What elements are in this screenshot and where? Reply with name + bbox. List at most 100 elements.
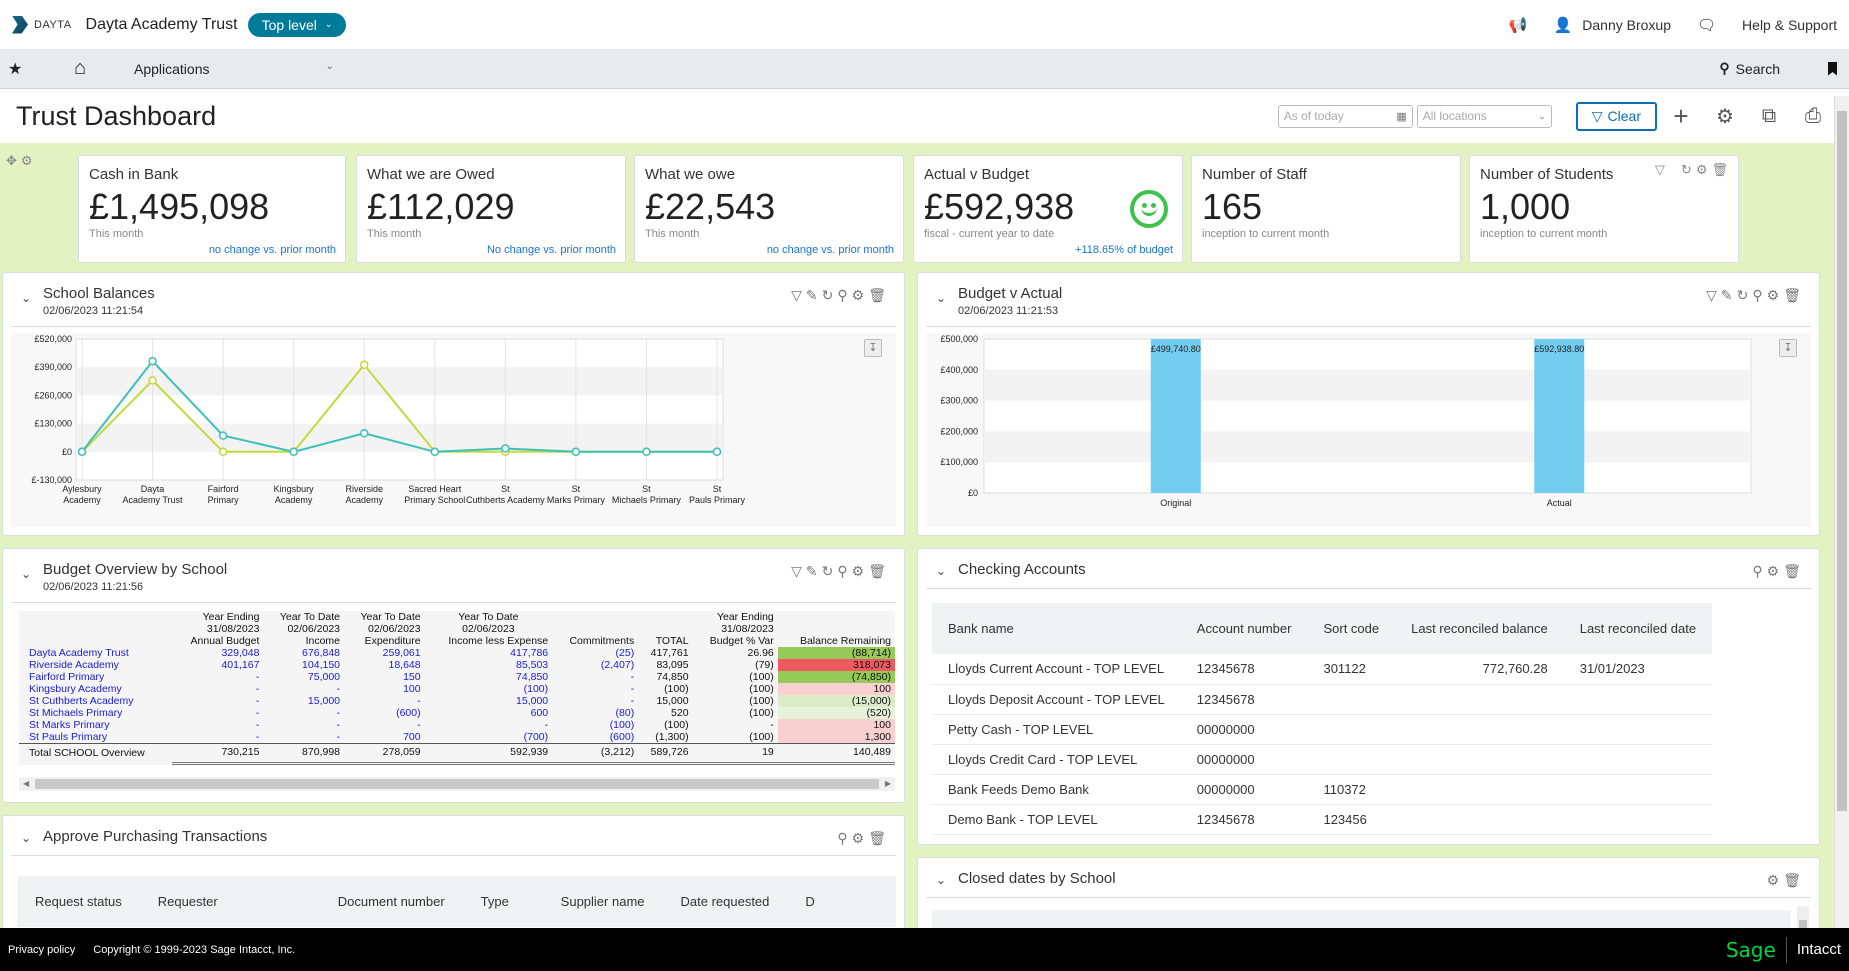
school-name-link[interactable]: St Michaels Primary — [19, 707, 172, 719]
gear-icon[interactable]: ⚙ — [1767, 287, 1780, 304]
column-header[interactable]: Request status — [17, 894, 140, 909]
column-header[interactable]: D — [787, 894, 832, 909]
print-icon[interactable]: ⎙ — [1793, 105, 1833, 128]
column-header[interactable]: Type — [463, 894, 543, 909]
help-support-link[interactable]: Help & Support — [1742, 17, 1837, 33]
table-row[interactable]: St Cuthberts Academy - 15,000 - 15,000 - 15,00… — [19, 695, 895, 707]
table-row[interactable]: Riverside Academy 401,167 104,150 18,648 85,… — [19, 659, 895, 671]
refresh-icon[interactable]: ↻ — [1737, 287, 1749, 304]
kpi-what-we-are-owed[interactable]: What we are Owed £112,029 This month No … — [356, 155, 626, 263]
privacy-policy-link[interactable]: Privacy policy — [8, 944, 75, 956]
refresh-icon[interactable]: ↻ — [1681, 162, 1692, 178]
gear-icon[interactable]: ⚙ — [21, 153, 33, 169]
school-name-link[interactable]: St Cuthberts Academy — [19, 695, 172, 707]
column-header[interactable]: Account number — [1180, 603, 1308, 654]
table-row[interactable]: St Pauls Primary - - 700 (700) (600) (1,300) (1… — [19, 731, 895, 744]
page-scrollbar-thumb[interactable] — [1837, 111, 1847, 811]
school-name-link[interactable]: Kingsbury Academy — [19, 683, 172, 695]
move-icon[interactable]: ✥ — [6, 153, 17, 169]
table-row[interactable]: Demo Bank - TOP LEVEL 12345678 123456 — [932, 804, 1713, 835]
column-header[interactable]: Last reconciled date — [1563, 603, 1713, 654]
kpi-actual-v-budget[interactable]: Actual v Budget £592,938 fiscal - curren… — [913, 155, 1183, 263]
table-row[interactable]: Kingsbury Academy - -100 (100) - (100) (100) 10… — [19, 683, 895, 695]
gear-icon[interactable]: ⚙ — [1705, 104, 1745, 129]
company-logo[interactable]: DAYTA — [12, 15, 72, 34]
add-icon[interactable]: + — [1661, 101, 1701, 132]
filter-icon[interactable]: ▽ — [1706, 287, 1717, 304]
school-name-link[interactable]: Dayta Academy Trust — [19, 647, 172, 659]
trash-icon[interactable]: 🗑 — [868, 563, 886, 580]
search-icon[interactable]: ⚲ — [1752, 563, 1762, 580]
pencil-icon[interactable]: ✎ — [1721, 287, 1733, 304]
column-header[interactable]: Date requested — [663, 894, 788, 909]
as-of-date-input[interactable]: As of today ▦ — [1277, 104, 1413, 128]
column-header[interactable]: Last reconciled balance — [1395, 603, 1564, 654]
column-header[interactable]: Document number — [320, 894, 463, 909]
column-header[interactable]: Supplier name — [543, 894, 663, 909]
filter-icon[interactable]: ▽ — [791, 287, 802, 304]
search-icon[interactable]: ⚲ — [1752, 287, 1762, 304]
table-row[interactable]: Dayta Academy Trust 329,048 676,848 259,061… — [19, 647, 895, 659]
school-name-link[interactable]: Fairford Primary — [19, 671, 172, 683]
announcements-button[interactable]: 📢 — [1509, 16, 1528, 34]
trash-icon[interactable]: 🗑 — [868, 287, 886, 304]
trash-icon[interactable]: 🗑 — [1783, 287, 1801, 304]
table-row[interactable]: St Marks Primary - - - - (100) (100) -100 — [19, 719, 895, 731]
scroll-right-icon[interactable]: ▶ — [885, 777, 891, 791]
column-header[interactable]: Sort code — [1307, 603, 1396, 654]
collapse-chevron-icon[interactable]: ⌄ — [21, 831, 43, 845]
collapse-chevron-icon[interactable]: ⌄ — [936, 564, 958, 578]
search-icon[interactable]: ⚲ — [837, 287, 847, 304]
school-name-link[interactable]: Riverside Academy — [19, 659, 172, 671]
collapse-chevron-icon[interactable]: ⌄ — [21, 567, 43, 581]
page-scrollbar[interactable] — [1834, 96, 1849, 928]
school-name-link[interactable]: St Marks Primary — [19, 719, 172, 731]
column-header[interactable]: Bank name — [932, 603, 1181, 654]
column-header[interactable]: Requester — [140, 894, 320, 909]
horizontal-scrollbar-thumb[interactable] — [35, 779, 879, 789]
gear-icon[interactable]: ⚙ — [1767, 872, 1780, 889]
location-select[interactable]: All locations ⌄ — [1416, 104, 1552, 128]
collapse-chevron-icon[interactable]: ⌄ — [936, 873, 958, 887]
table-row[interactable]: Lloyds Current Account - TOP LEVEL 123456… — [932, 654, 1713, 685]
entity-level-dropdown[interactable]: Top level ⌄ — [247, 12, 347, 37]
table-row[interactable]: Petty Cash - TOP LEVEL 00000000 — [932, 714, 1713, 745]
refresh-icon[interactable]: ↻ — [822, 287, 834, 304]
table-row[interactable]: Lloyds Deposit Account - TOP LEVEL 123456… — [932, 684, 1713, 715]
pencil-icon[interactable]: ✎ — [806, 287, 818, 304]
clear-filters-button[interactable]: ▽ Clear — [1575, 101, 1657, 131]
collapse-chevron-icon[interactable]: ⌄ — [21, 291, 43, 305]
table-row[interactable]: St Michaels Primary - - (600) 600 (80) 520 (100… — [19, 707, 895, 719]
school-name-link[interactable]: St Pauls Primary — [19, 731, 172, 744]
horizontal-scrollbar[interactable]: ◀ ▶ — [19, 777, 895, 791]
scroll-left-icon[interactable]: ◀ — [23, 777, 29, 791]
chat-button[interactable]: 🗨 — [1697, 16, 1716, 34]
kpi-what-we-owe[interactable]: What we owe £22,543 This month no change… — [634, 155, 904, 263]
search-icon[interactable]: ⚲ — [837, 563, 847, 580]
pencil-icon[interactable]: ✎ — [806, 563, 818, 580]
gear-icon[interactable]: ⚙ — [1767, 563, 1780, 580]
bookmark-icon[interactable] — [1828, 61, 1837, 76]
home-icon[interactable]: ⌂ — [50, 57, 110, 80]
filter-icon[interactable]: ▽ — [791, 563, 802, 580]
applications-menu[interactable]: Applications ⌄ — [134, 61, 334, 77]
download-icon[interactable]: ↧ — [864, 339, 882, 357]
gear-icon[interactable]: ⚙ — [852, 563, 865, 580]
kpi-number-of-students[interactable]: Number of Students 1,000 inception to cu… — [1469, 155, 1739, 263]
download-icon[interactable]: ↧ — [1779, 339, 1797, 357]
trash-icon[interactable]: 🗑 — [1783, 872, 1801, 889]
star-icon[interactable]: ★ — [8, 59, 30, 79]
collapse-chevron-icon[interactable]: ⌄ — [936, 291, 958, 305]
gear-icon[interactable]: ⚙ — [1696, 162, 1708, 178]
gear-icon[interactable]: ⚙ — [852, 830, 865, 847]
user-menu[interactable]: 👤 Danny Broxup — [1554, 16, 1671, 34]
search-button[interactable]: ⚲ Search — [1719, 60, 1780, 77]
kpi-number-of-staff[interactable]: Number of Staff 165 inception to current… — [1191, 155, 1461, 263]
table-row[interactable]: Fairford Primary - 75,000 150 74,850 - 74,850 (… — [19, 671, 895, 683]
kpi-cash-in-bank[interactable]: Cash in Bank £1,495,098 This month no ch… — [78, 155, 346, 263]
gear-icon[interactable]: ⚙ — [852, 287, 865, 304]
refresh-icon[interactable]: ↻ — [822, 563, 834, 580]
copy-icon[interactable]: ⧉ — [1749, 105, 1789, 128]
filter-icon[interactable]: ▽ — [1655, 162, 1665, 178]
trash-icon[interactable]: 🗑 — [868, 830, 886, 847]
